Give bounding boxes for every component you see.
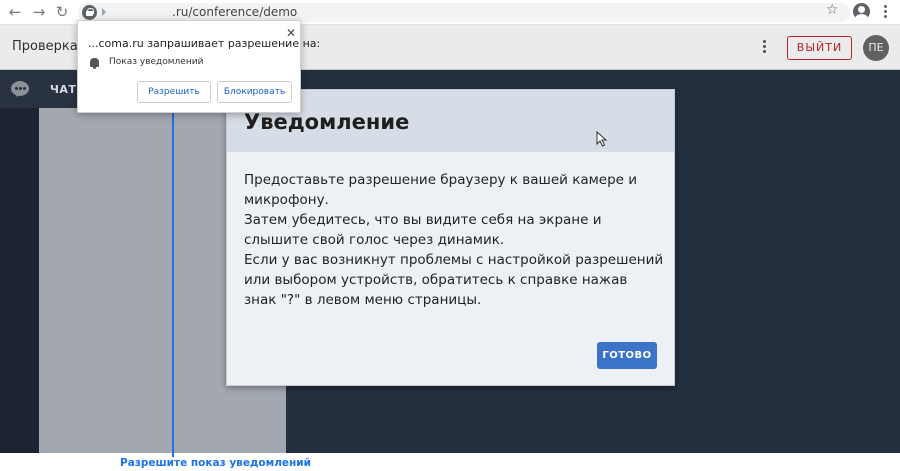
screen: ← → ↻ .ru/conference/demo ☆ Проверка у В… [0, 0, 900, 471]
lock-icon[interactable] [82, 5, 97, 20]
site-info-arrow-icon [102, 8, 106, 16]
browser-menu-icon[interactable] [878, 4, 892, 20]
modal-paragraph: Предоставьте разрешение браузеру к вашей… [244, 172, 638, 208]
permission-notice: Показ уведомлений [109, 57, 204, 67]
modal-body: Предоставьте разрешение браузеру к вашей… [244, 170, 664, 310]
url-text[interactable]: .ru/conference/demo [172, 5, 297, 20]
profile-icon[interactable] [853, 3, 870, 20]
modal-title: Уведомление [244, 110, 410, 134]
close-icon[interactable]: ✕ [286, 27, 296, 39]
modal-paragraph: Если у вас возникнут проблемы с настройк… [244, 252, 664, 308]
annotation-line [172, 106, 174, 457]
left-rail [0, 70, 39, 453]
permission-popup: ...coma.ru запрашивает разрешение на: ✕ … [77, 20, 320, 113]
chat-bubble-icon[interactable] [11, 81, 29, 96]
reload-icon[interactable]: ↻ [53, 3, 71, 21]
forward-arrow-icon[interactable]: → [30, 3, 48, 21]
mouse-cursor-icon [596, 131, 608, 147]
done-button[interactable]: ГОТОВО [597, 342, 657, 369]
back-arrow-icon[interactable]: ← [6, 3, 24, 21]
bookmark-star-icon[interactable]: ☆ [826, 2, 839, 18]
block-button[interactable]: Блокировать [217, 81, 292, 103]
allow-button[interactable]: Разрешить [137, 81, 211, 103]
modal-paragraph: Затем убедитесь, что вы видите себя на э… [244, 212, 602, 248]
annotation-label: Разрешите показ уведомлений [120, 457, 311, 469]
bell-icon [90, 58, 99, 69]
